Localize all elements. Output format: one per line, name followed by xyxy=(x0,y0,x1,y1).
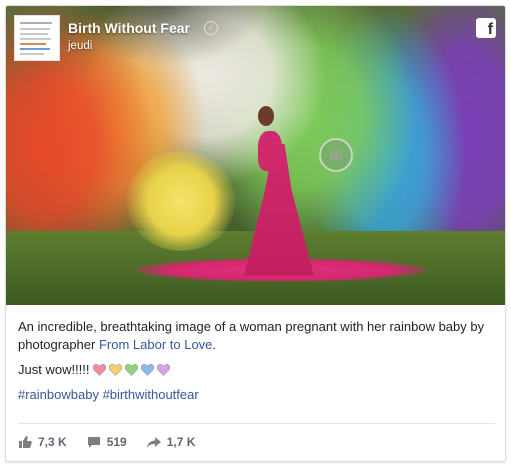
page-name[interactable]: Birth Without Fear xyxy=(68,20,190,36)
heart-emoji-icon xyxy=(156,364,170,376)
hashtag-rainbowbaby[interactable]: #rainbowbaby xyxy=(18,387,99,402)
photographer-link[interactable]: From Labor to Love xyxy=(99,337,212,352)
post-header: Birth Without Fear ✓ jeudi f xyxy=(6,6,505,66)
divider xyxy=(18,423,495,424)
page-avatar[interactable] xyxy=(14,15,60,61)
wow-line: Just wow!!!!! xyxy=(18,361,496,379)
likes-count: 7,3 K xyxy=(38,435,67,449)
caption-end: . xyxy=(212,337,217,352)
engagement-stats: 7,3 K 519 1,7 K xyxy=(18,432,215,452)
post-date[interactable]: jeudi xyxy=(68,40,92,52)
caption-text: An incredible, breathtaking image of a w… xyxy=(18,319,485,352)
hashtag-birthwithoutfear[interactable]: #birthwithoutfear xyxy=(103,387,199,402)
heart-emoji-row xyxy=(92,364,173,376)
photo-head xyxy=(258,106,274,126)
comments-count: 519 xyxy=(106,435,127,449)
post-caption: An incredible, breathtaking image of a w… xyxy=(18,318,496,404)
heart-emoji-icon xyxy=(108,364,122,376)
post-card: Birth Without Fear ✓ jeudi f An incredib… xyxy=(5,5,506,462)
facebook-logo-icon[interactable]: f xyxy=(476,18,496,38)
hashtags: #rainbowbaby #birthwithoutfear xyxy=(18,386,496,404)
like-thumb-icon xyxy=(19,436,32,448)
caption-paragraph: An incredible, breathtaking image of a w… xyxy=(18,318,496,354)
comments-stat[interactable]: 519 xyxy=(87,435,127,449)
shares-count: 1,7 K xyxy=(166,435,196,449)
likes-stat[interactable]: 7,3 K xyxy=(18,435,67,449)
photo-yellow-smoke xyxy=(126,151,236,251)
share-arrow-icon xyxy=(146,437,161,448)
verified-icon: ✓ xyxy=(204,21,218,35)
heart-emoji-icon xyxy=(124,364,138,376)
photo-torso xyxy=(258,131,282,171)
shares-stat[interactable]: 1,7 K xyxy=(146,435,196,449)
wow-text: Just wow!!!!! xyxy=(18,362,90,377)
heart-emoji-icon xyxy=(140,364,154,376)
video-play-icon[interactable] xyxy=(319,138,353,172)
heart-emoji-icon xyxy=(92,364,106,376)
comment-bubble-icon xyxy=(87,437,100,448)
